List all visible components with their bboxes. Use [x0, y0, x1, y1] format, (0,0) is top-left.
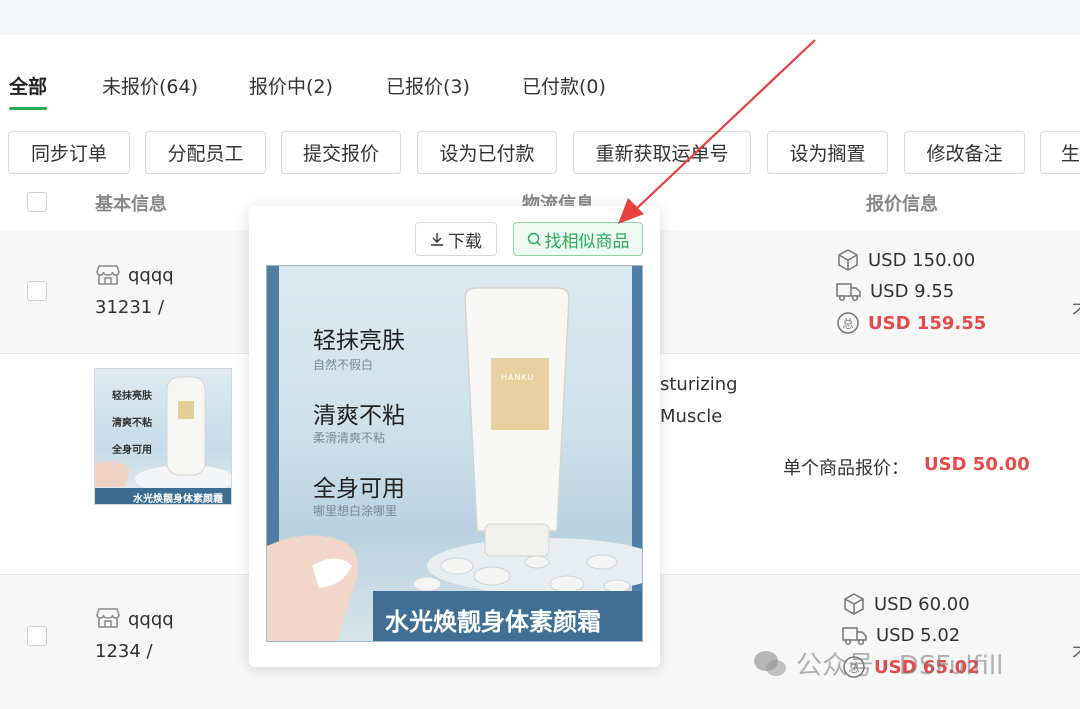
- tab-all[interactable]: 全部: [9, 72, 47, 99]
- download-icon: [431, 233, 443, 246]
- thumb-banner: 水光焕靓身体素颜霜: [133, 494, 223, 505]
- right-edge-text: 不: [1072, 298, 1080, 324]
- mark-paid-button[interactable]: 设为已付款: [417, 131, 557, 174]
- image-line-2-title: 清爽不粘: [313, 403, 405, 429]
- row-checkbox[interactable]: [27, 281, 47, 301]
- shop-icon: [96, 265, 120, 285]
- image-banner: 水光焕靓身体素颜霜: [385, 608, 601, 636]
- total-icon: 总: [837, 312, 859, 334]
- shop-name: qqqq: [128, 265, 174, 286]
- top-strip: [0, 0, 1080, 34]
- order-number: 31231 /: [95, 297, 165, 318]
- product-price-value: USD 150.00: [868, 249, 976, 271]
- tab-unquoted[interactable]: 未报价(64): [102, 72, 198, 99]
- total-price-value: USD 159.55: [868, 312, 987, 334]
- active-tab-indicator: [9, 107, 47, 110]
- truck-icon: [842, 627, 867, 646]
- image-line-2-sub: 柔滑清爽不粘: [313, 431, 386, 445]
- search-icon: [527, 232, 541, 246]
- shipping-price-value: USD 9.55: [870, 280, 955, 302]
- shop-name: qqqq: [128, 609, 174, 630]
- unit-quote-value: USD 50.00: [924, 454, 1030, 475]
- image-line-1-title: 轻抹亮肤: [313, 328, 405, 354]
- shipping-price-value: USD 5.02: [876, 624, 961, 646]
- shop-icon: [96, 608, 120, 628]
- order-number: 1234 /: [95, 641, 153, 662]
- thumb-line-2: 清爽不粘: [112, 418, 152, 429]
- tab-paid[interactable]: 已付款(0): [522, 72, 606, 99]
- package-icon: [838, 249, 858, 271]
- header-quote-info: 报价信息: [866, 194, 938, 215]
- tab-quoting[interactable]: 报价中(2): [249, 72, 333, 99]
- product-description-line1: sturizing: [660, 374, 738, 395]
- product-price: USD 150.00: [836, 248, 975, 272]
- thumb-line-3: 全身可用: [112, 445, 152, 456]
- product-description-line2: Muscle: [660, 406, 723, 427]
- download-label: 下载: [448, 231, 482, 252]
- action-toolbar: 同步订单 分配员工 提交报价 设为已付款 重新获取运单号 设为搁置 修改备注 生: [0, 131, 1080, 175]
- tab-quoted[interactable]: 已报价(3): [386, 72, 470, 99]
- product-thumbnail[interactable]: 轻抹亮肤 清爽不粘 全身可用 水光焕靓身体素颜霜: [94, 368, 232, 505]
- select-all-checkbox[interactable]: [27, 192, 47, 212]
- image-line-3-title: 全身可用: [313, 476, 405, 502]
- total-price: 总 USD 159.55: [836, 311, 986, 335]
- svg-text:总: 总: [843, 317, 854, 331]
- image-line-1-sub: 自然不假白: [313, 358, 374, 372]
- header-basic-info: 基本信息: [95, 194, 167, 215]
- edit-note-button[interactable]: 修改备注: [904, 131, 1025, 174]
- wechat-icon: [754, 650, 786, 676]
- package-icon: [844, 593, 864, 615]
- brand-label: HANKU: [501, 373, 535, 382]
- download-button[interactable]: 下载: [415, 222, 497, 256]
- truck-icon: [836, 283, 861, 302]
- sync-orders-button[interactable]: 同步订单: [8, 131, 130, 174]
- image-preview-popover: 下载 找相似商品 轻抹亮肤 自然不假白 清爽不粘 柔滑清爽不粘 全身可用 哪里想…: [249, 206, 660, 667]
- product-price-value: USD 60.00: [874, 593, 970, 615]
- status-tabs: 全部 未报价(64) 报价中(2) 已报价(3) 已付款(0): [0, 62, 1080, 112]
- right-edge-text: 不: [1072, 641, 1080, 667]
- find-similar-label: 找相似商品: [544, 231, 630, 252]
- submit-quote-button[interactable]: 提交报价: [281, 131, 401, 174]
- watermark: 公众号 · DSFulfill: [752, 645, 1003, 682]
- unit-quote-label: 单个商品报价：: [783, 458, 909, 479]
- product-price: USD 60.00: [842, 592, 970, 616]
- set-on-hold-button[interactable]: 设为搁置: [767, 131, 888, 174]
- find-similar-button[interactable]: 找相似商品: [513, 222, 643, 256]
- row-checkbox[interactable]: [27, 626, 47, 646]
- shipping-price: USD 9.55: [836, 280, 954, 302]
- product-preview-image: 轻抹亮肤 自然不假白 清爽不粘 柔滑清爽不粘 全身可用 哪里想白涂哪里 HANK…: [266, 265, 643, 642]
- assign-staff-button[interactable]: 分配员工: [145, 131, 266, 174]
- more-action-button[interactable]: 生: [1040, 131, 1080, 174]
- watermark-text: 公众号 · DSFulfill: [796, 651, 1004, 681]
- refetch-tracking-button[interactable]: 重新获取运单号: [573, 131, 751, 174]
- shipping-price: USD 5.02: [842, 624, 960, 646]
- thumb-line-1: 轻抹亮肤: [112, 391, 152, 402]
- image-line-3-sub: 哪里想白涂哪里: [313, 504, 398, 518]
